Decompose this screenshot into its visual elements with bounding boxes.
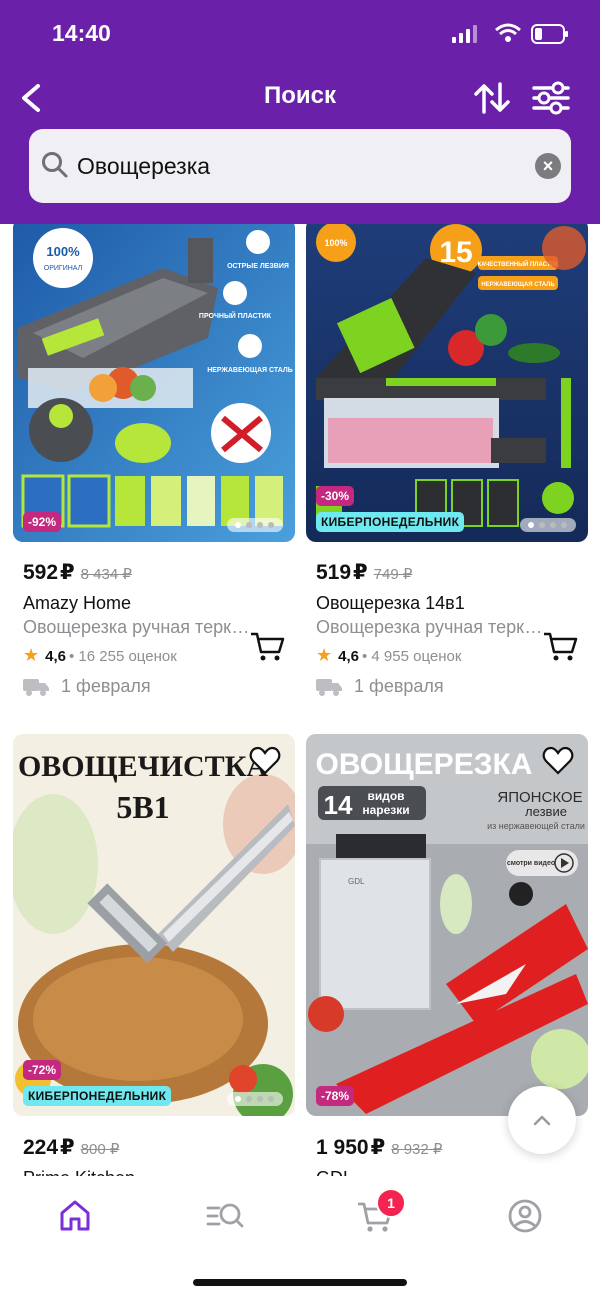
product-brand: GDL [316,1168,353,1176]
home-indicator [193,1279,407,1286]
cart-icon[interactable] [249,630,285,662]
cart-count-badge: 1 [376,1188,406,1218]
clear-icon[interactable]: × [535,153,561,179]
image-pager [227,518,283,532]
discount-badge: -78% [316,1086,355,1106]
profile-icon[interactable] [505,1196,545,1236]
product-image[interactable]: 100% ОРИГИНАЛ ОСТРЫЕ ЛЕЗВИЯ ПРОЧНЫЙ ПЛАС… [13,224,295,542]
status-time: 14:40 [52,20,111,46]
svg-text:ОВОЩЕЧИСТКА: ОВОЩЕЧИСТКА [18,750,268,783]
truck-icon [23,679,49,697]
promo-badge: КИБЕРПОНЕДЕЛЬНИК [23,1086,172,1106]
nav-bar: Поиск [0,72,600,122]
svg-text:5В1: 5В1 [116,789,169,825]
product-photo: ОВОЩЕРЕЗКА 14 видов нарезки ЯПОНСКОЕ лез… [306,734,588,1116]
product-image[interactable]: 15 КАЧЕСТВЕННЫЙ ПЛАСТИК НЕРЖАВЕЮЩАЯ СТАЛ… [306,224,588,542]
svg-text:лезвие: лезвие [525,804,567,819]
promo-badge: КИБЕРПОНЕДЕЛЬНИК [316,512,465,532]
old-price: 8 434 ₽ [80,566,132,583]
product-description: Овощерезка ручная терка с контейнером [23,617,251,637]
svg-text:ОРИГИНАЛ: ОРИГИНАЛ [44,265,83,272]
svg-text:нарезки: нарезки [362,803,409,817]
discount-badge: -92% [23,512,62,532]
svg-text:видов: видов [367,789,404,803]
price: 592₽ 8 434 ₽ [23,561,132,584]
status-bar: 14:40 [52,18,570,48]
product-grid: 100% ОРИГИНАЛ ОСТРЫЕ ЛЕЗВИЯ ПРОЧНЫЙ ПЛАС… [0,224,600,1176]
image-pager [520,518,576,532]
product-image[interactable]: ОВОЩЕРЕЗКА 14 видов нарезки ЯПОНСКОЕ лез… [306,734,588,1116]
svg-text:из нержавеющей стали: из нержавеющей стали [487,821,585,831]
app-header: 14:40 Поиск Овощерезка × [0,0,600,224]
search-input[interactable] [75,143,519,189]
svg-text:НЕРЖАВЕЮЩАЯ СТАЛЬ: НЕРЖАВЕЮЩАЯ СТАЛЬ [481,282,555,288]
star-icon: ★ [316,645,333,665]
heart-icon[interactable] [542,746,574,776]
star-icon: ★ [23,645,40,665]
old-price: 800 ₽ [80,1141,120,1158]
svg-text:смотри видео: смотри видео [507,860,555,867]
product-rating: ★ 4,6 • 16 255 оценок [23,645,177,665]
product-brand: Овощерезка 14в1 [316,593,465,613]
product-image[interactable]: ОВОЩЕЧИСТКА 5В1 -72% КИБЕРПОНЕДЕЛЬНИК [13,734,295,1116]
product-brand: Amazy Home [23,593,132,613]
delivery-date: 1 февраля [316,676,444,697]
price: 1 950₽ 8 932 ₽ [316,1136,443,1159]
scroll-to-top-button[interactable] [508,1086,576,1154]
svg-text:ПРОЧНЫЙ ПЛАСТИК: ПРОЧНЫЙ ПЛАСТИК [199,311,272,320]
product-rating: ★ 4,6 • 4 955 оценок [316,645,462,665]
status-icons [452,23,568,44]
product-photo: 100% ОРИГИНАЛ ОСТРЫЕ ЛЕЗВИЯ ПРОЧНЫЙ ПЛАС… [13,224,295,542]
svg-text:ОВОЩЕРЕЗКА: ОВОЩЕРЕЗКА [316,748,533,781]
svg-text:14: 14 [324,790,353,820]
svg-text:НЕРЖАВЕЮЩАЯ СТАЛЬ: НЕРЖАВЕЮЩАЯ СТАЛЬ [207,367,293,374]
search-bar[interactable]: × [29,129,571,203]
product-brand: Prime Kitchen [23,1168,135,1176]
svg-text:100%: 100% [46,244,80,259]
svg-text:100%: 100% [324,238,347,248]
old-price: 749 ₽ [373,566,413,583]
home-icon[interactable] [55,1196,95,1236]
discount-badge: -30% [316,486,355,506]
search-icon [42,152,68,178]
sort-icon[interactable] [472,78,512,118]
image-pager [227,1092,283,1106]
cart-icon[interactable] [542,630,578,662]
filter-icon[interactable] [530,78,572,118]
product-photo: ОВОЩЕЧИСТКА 5В1 [13,734,295,1116]
svg-text:GDL: GDL [348,877,365,886]
truck-icon [316,679,342,697]
catalog-search-icon[interactable] [205,1196,245,1236]
product-description: Овощерезка ручная терка с контейнером [316,617,544,637]
svg-text:ОСТРЫЕ ЛЕЗВИЯ: ОСТРЫЕ ЛЕЗВИЯ [227,263,289,270]
heart-icon[interactable] [249,746,281,776]
chevron-up-icon [533,1115,551,1126]
delivery-date: 1 февраля [23,676,151,697]
old-price: 8 932 ₽ [391,1141,443,1158]
price: 519₽ 749 ₽ [316,561,413,584]
price: 224₽ 800 ₽ [23,1136,120,1159]
discount-badge: -72% [23,1060,62,1080]
